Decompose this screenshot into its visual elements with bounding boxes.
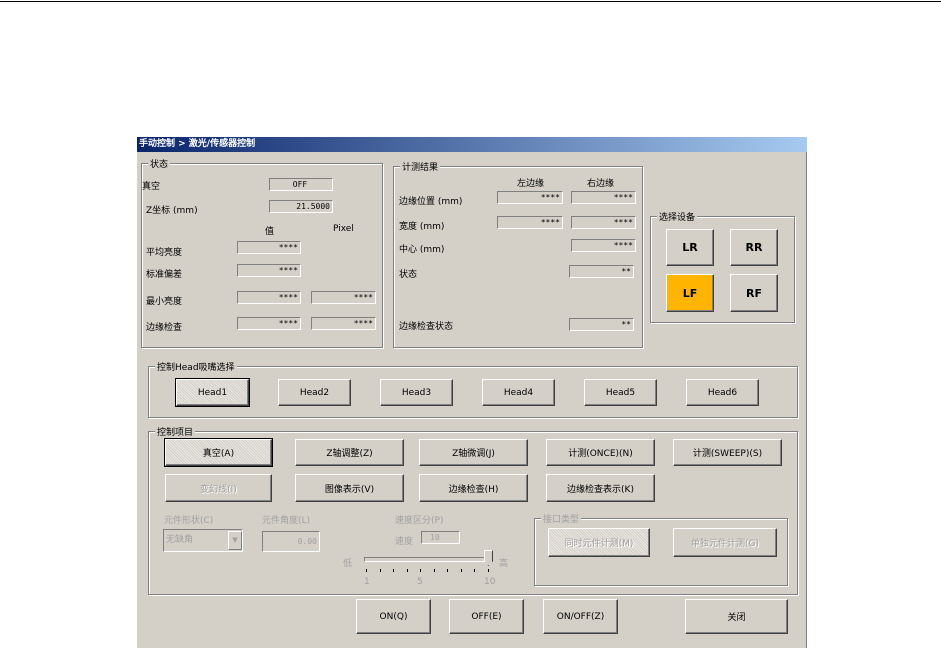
simultaneous-measure-button[interactable]: 同时元件计测(M)	[548, 528, 650, 557]
slider-tick	[420, 569, 422, 572]
angle-label: 元件角度(L)	[262, 516, 311, 526]
width-right: ****	[571, 216, 636, 229]
device-lf-button[interactable]: LF	[666, 274, 714, 312]
vacuum-label: 真空	[142, 182, 161, 192]
status-group-label: 状态	[148, 157, 171, 170]
top-divider	[0, 1, 941, 2]
min-brightness-label: 最小亮度	[146, 297, 183, 307]
slider-low-label: 低	[343, 559, 353, 569]
head6-button[interactable]: Head6	[686, 379, 759, 406]
avg-brightness-value: ****	[237, 241, 301, 254]
slider-tick	[447, 569, 449, 572]
shape-combobox[interactable]: 无缺角 ▼	[163, 529, 243, 552]
min-brightness-value: ****	[237, 291, 301, 304]
z-adjust-button[interactable]: Z轴调整(Z)	[295, 439, 404, 466]
device-lr-button[interactable]: LR	[666, 229, 714, 266]
width-label: 宽度 (mm)	[399, 222, 445, 232]
head3-button[interactable]: Head3	[380, 379, 453, 406]
center-value: ****	[571, 239, 636, 252]
slider-tick	[379, 569, 381, 572]
control-group-label: 控制项目	[155, 425, 196, 438]
edge-pos-label: 边缘位置 (mm)	[399, 197, 463, 207]
width-left: ****	[497, 216, 563, 229]
edge-check-label: 边缘检查	[146, 323, 183, 333]
slider-tick	[366, 569, 367, 572]
interface-group-label: 接口类型	[541, 512, 582, 525]
center-label: 中心 (mm)	[399, 245, 445, 255]
single-measure-button[interactable]: 单独元件计测(G)	[673, 528, 777, 557]
avg-brightness-label: 平均亮度	[146, 248, 183, 258]
edge-check-display-button[interactable]: 边缘检查表示(K)	[546, 474, 655, 502]
slider-tick	[460, 569, 462, 572]
vacuum-button[interactable]: 真空(A)	[164, 438, 273, 467]
chevron-down-icon[interactable]: ▼	[228, 531, 242, 550]
device-group-label: 选择设备	[657, 210, 698, 223]
col-value-header: 值	[265, 227, 275, 237]
vacuum-value: OFF	[269, 178, 333, 191]
edge-pos-right: ****	[571, 191, 636, 204]
col-left-edge: 左边缘	[517, 179, 545, 189]
angle-input[interactable]: 0.00	[262, 531, 320, 552]
head2-button[interactable]: Head2	[278, 379, 351, 406]
measure-sweep-button[interactable]: 计测(SWEEP)(S)	[673, 439, 782, 466]
z-fine-adjust-button[interactable]: Z轴微调(J)	[419, 439, 528, 466]
slider-tick	[433, 569, 435, 572]
col-right-edge: 右边缘	[587, 179, 615, 189]
min-brightness-pixel: ****	[311, 291, 376, 304]
edge-check-value: ****	[237, 317, 301, 330]
head4-button[interactable]: Head4	[482, 379, 555, 406]
on-off-button[interactable]: ON/OFF(Z)	[543, 599, 618, 634]
head5-button[interactable]: Head5	[584, 379, 657, 406]
col-pixel-header: Pixel	[333, 224, 354, 234]
slider-tick	[474, 569, 476, 572]
device-rr-button[interactable]: RR	[730, 229, 778, 266]
on-button[interactable]: ON(Q)	[356, 599, 431, 634]
device-rf-button[interactable]: RF	[730, 274, 778, 312]
edge-state-label: 边缘检查状态	[399, 322, 454, 332]
slider-tick	[488, 569, 489, 572]
slider-tick	[406, 569, 408, 572]
slider-tick-label: 5	[417, 577, 423, 587]
slider-tick-label: 10	[484, 577, 496, 587]
speed-value: 10	[421, 531, 460, 544]
z-label: Z坐标 (mm)	[146, 206, 198, 216]
state-label: 状态	[399, 270, 418, 280]
close-button[interactable]: 关闭	[685, 599, 788, 634]
shape-label: 元件形状(C)	[164, 516, 214, 526]
edge-pos-left: ****	[497, 191, 563, 204]
edge-state-value: **	[569, 318, 634, 331]
measure-group-label: 计测结果	[400, 160, 441, 173]
state-value: **	[569, 265, 634, 278]
change-line-button[interactable]: 变幻线(I)	[165, 474, 272, 502]
std-dev-value: ****	[237, 264, 301, 277]
head-group-label: 控制Head吸嘴选择	[155, 360, 237, 373]
window-title: 手动控制 > 激光/传感器控制	[137, 137, 807, 152]
image-display-button[interactable]: 图像表示(V)	[295, 474, 404, 502]
slider-tick-label: 1	[364, 577, 370, 587]
edge-check-button[interactable]: 边缘检查(H)	[419, 474, 528, 502]
speed-label: 速度	[395, 537, 414, 547]
edge-check-pixel: ****	[311, 317, 376, 330]
slider-high-label: 高	[499, 559, 509, 569]
dialog-window: 手动控制 > 激光/传感器控制 状态 真空 OFF Z坐标 (mm) 21.50…	[136, 136, 807, 648]
shape-value: 无缺角	[166, 535, 194, 545]
measure-once-button[interactable]: 计测(ONCE)(N)	[546, 439, 655, 466]
head1-button[interactable]: Head1	[175, 378, 250, 407]
speed-group-label: 速度区分(P)	[395, 516, 444, 526]
std-dev-label: 标准偏差	[146, 270, 183, 280]
off-button[interactable]: OFF(E)	[449, 599, 524, 634]
slider-tick	[393, 569, 395, 572]
speed-slider-track[interactable]	[364, 557, 493, 562]
z-value: 21.5000	[269, 200, 333, 213]
